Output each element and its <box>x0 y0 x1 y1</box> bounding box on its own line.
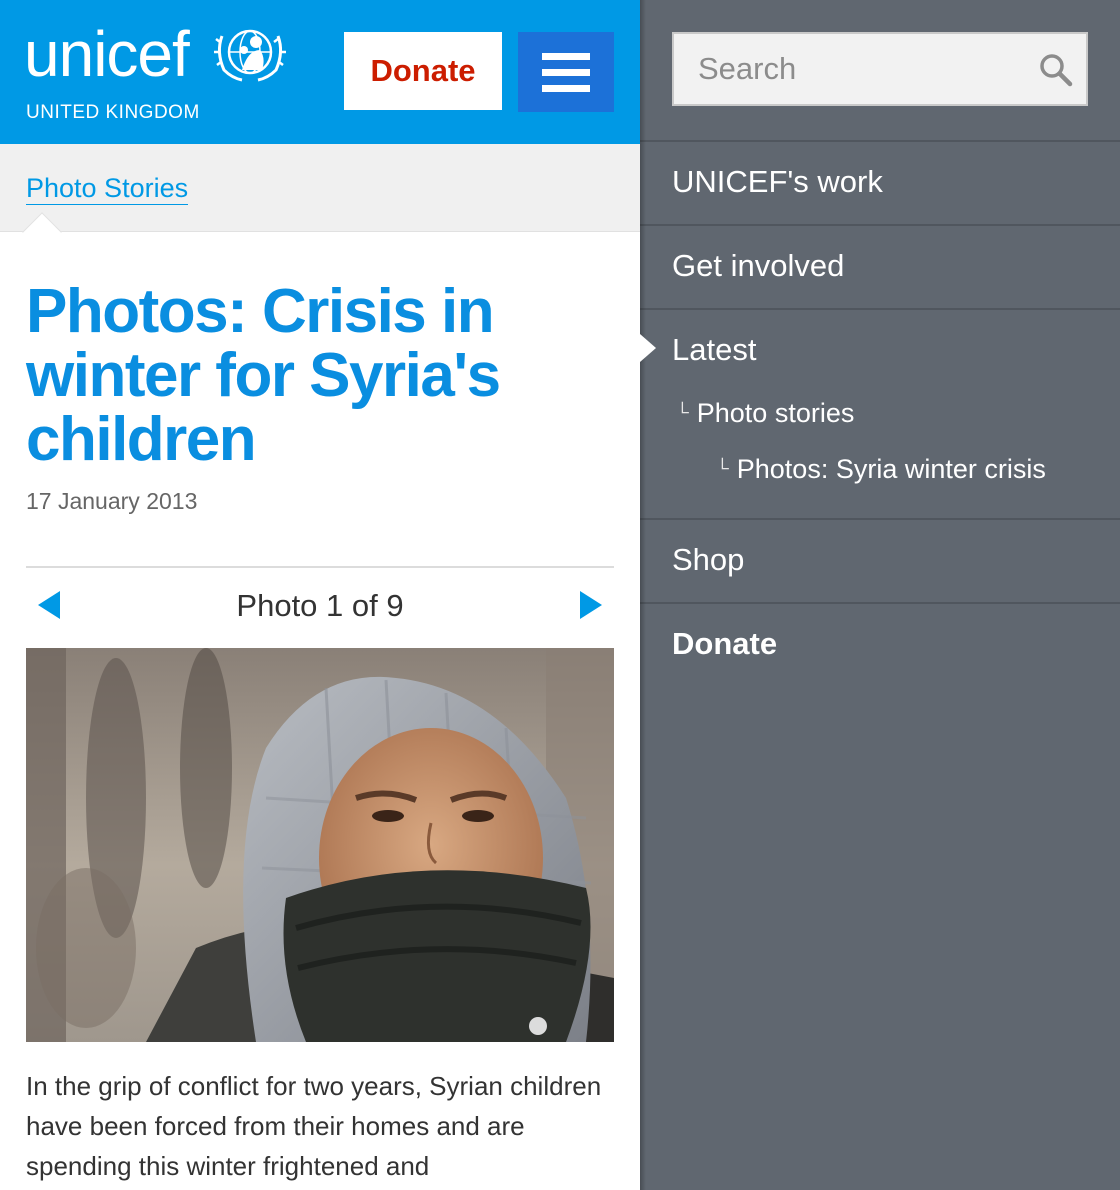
nav-item-label: Latest <box>672 332 757 367</box>
side-nav: UNICEF's work Get involved Latest └ Photo… <box>640 0 1120 1190</box>
nav-subitem-label: Photos: Syria winter crisis <box>736 454 1046 484</box>
nav-item-unicefs-work[interactable]: UNICEF's work <box>640 140 1120 224</box>
breadcrumb-link-photo-stories[interactable]: Photo Stories <box>26 172 189 205</box>
logo-subtitle: UNITED KINGDOM <box>26 102 200 123</box>
hamburger-menu-icon-bar <box>542 68 590 76</box>
hamburger-menu-icon <box>542 52 590 60</box>
triangle-left-icon[interactable] <box>38 591 60 619</box>
nav-subitem-photo-stories[interactable]: └ Photo stories <box>676 398 854 429</box>
main-page: unicef UNITED KINGDOM Donate Photo Stori… <box>0 0 640 1190</box>
search-box <box>672 32 1088 106</box>
site-header: unicef UNITED KINGDOM Donate <box>0 0 640 144</box>
nav-item-get-involved[interactable]: Get involved <box>640 224 1120 308</box>
page-title: Photos: Crisis in winter for Syria's chi… <box>26 277 501 474</box>
nav-item-label: Shop <box>672 542 745 577</box>
article-body: In the grip of conflict for two years, S… <box>26 1071 602 1181</box>
nav-item-latest[interactable]: Latest <box>640 308 1120 392</box>
unicef-emblem-icon[interactable] <box>212 20 288 84</box>
gallery-photo[interactable] <box>26 648 614 1042</box>
nav-item-label: Donate <box>672 626 778 661</box>
nav-item-shop[interactable]: Shop <box>640 518 1120 602</box>
menu-button[interactable] <box>518 32 614 112</box>
hamburger-menu-icon-bar <box>542 84 590 92</box>
breadcrumb: Photo Stories <box>0 144 640 232</box>
triangle-right-icon[interactable] <box>580 591 602 619</box>
search-icon[interactable] <box>1038 52 1074 88</box>
photo-counter: Photo 1 of 9 <box>236 588 404 623</box>
active-nav-pointer <box>640 334 656 362</box>
donate-button[interactable]: Donate <box>344 32 502 110</box>
search-input[interactable] <box>674 34 1034 104</box>
unicef-logo-text[interactable]: unicef <box>24 14 190 94</box>
nav-item-donate[interactable]: Donate <box>640 602 1120 686</box>
tree-branch-icon: └ <box>676 402 689 422</box>
nav-item-label: UNICEF's work <box>672 164 883 199</box>
nav-item-label: Get involved <box>672 248 845 283</box>
nav-subitem-syria-winter-crisis[interactable]: └ Photos: Syria winter crisis <box>716 454 1046 485</box>
divider <box>26 566 614 568</box>
publish-date: 17 January 2013 <box>26 488 198 514</box>
nav-subitem-label: Photo stories <box>696 398 855 428</box>
tree-branch-icon: └ <box>716 458 729 478</box>
panel-shadow <box>640 0 646 1190</box>
